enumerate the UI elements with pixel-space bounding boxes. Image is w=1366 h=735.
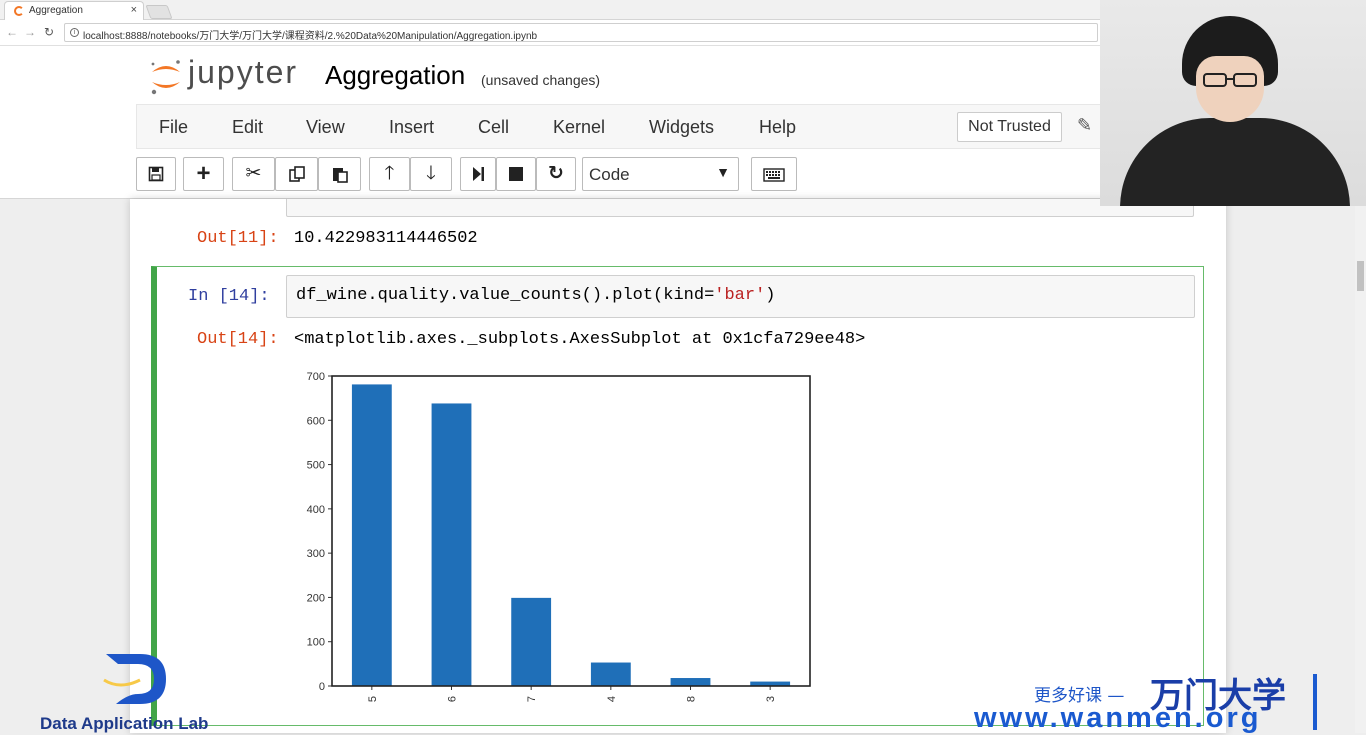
plus-icon: + [196, 160, 211, 187]
y-tick-label: 200 [307, 592, 325, 604]
data-application-lab-logo-icon [103, 654, 166, 704]
y-tick-label: 400 [307, 504, 325, 516]
scissors-icon: ✂ [245, 163, 262, 184]
address-bar-row: ← → ↻ i localhost:8888/notebooks/万门大学/万门… [0, 20, 1100, 46]
forward-icon[interactable]: → [24, 25, 36, 39]
page-scrollbar[interactable] [1355, 199, 1366, 733]
jupyter-favicon-icon [14, 6, 24, 16]
save-icon [148, 166, 164, 182]
keyboard-icon [763, 168, 785, 182]
interrupt-button[interactable] [496, 157, 536, 191]
menu-cell[interactable]: Cell [478, 117, 509, 138]
tab-title: Aggregation [29, 5, 83, 16]
cut-button[interactable]: ✂ [232, 157, 275, 191]
watermark-divider [1313, 674, 1317, 730]
output-prompt: Out[14]: [197, 330, 279, 349]
y-tick-label: 100 [307, 637, 325, 649]
url-text: localhost:8888/notebooks/万门大学/万门大学/课程资料/… [83, 31, 538, 42]
lab-name-watermark: Data Application Lab [40, 714, 209, 733]
bar-chart: 5 6 7 4 8 3 0 100 200 300 400 500 600 700 [307, 371, 811, 702]
back-icon[interactable]: ← [6, 25, 18, 39]
url-watermark: www.wanmen.org [974, 702, 1262, 734]
paste-icon [332, 168, 348, 183]
menu-kernel[interactable]: Kernel [553, 117, 605, 138]
bar-8 [670, 678, 711, 686]
insert-cell-button[interactable]: + [183, 157, 224, 191]
x-tick-label: 8 [686, 696, 698, 702]
menu-help[interactable]: Help [759, 117, 796, 138]
move-up-button[interactable]: 🡑 [369, 157, 410, 191]
paste-button[interactable] [318, 157, 361, 191]
new-tab-button[interactable] [145, 5, 173, 19]
move-down-button[interactable]: 🡓 [410, 157, 452, 191]
output-repr: <matplotlib.axes._subplots.AxesSubplot a… [294, 330, 866, 349]
presenter-face [1196, 56, 1264, 122]
info-icon[interactable]: i [70, 28, 79, 37]
y-tick-label: 300 [307, 548, 325, 560]
run-button[interactable] [460, 157, 496, 191]
bar-7 [511, 597, 552, 686]
x-tick-label: 5 [367, 696, 379, 702]
presenter-body [1120, 118, 1350, 206]
restart-icon: ↻ [548, 163, 564, 184]
plot-frame [331, 375, 811, 687]
x-tick-label: 3 [765, 696, 777, 702]
x-tick-label: 7 [526, 696, 538, 702]
browser-tab-bar: Aggregation × [0, 0, 1100, 20]
code-suffix: ) [765, 286, 776, 305]
url-input[interactable]: i localhost:8888/notebooks/万门大学/万门大学/课程资… [64, 23, 1098, 42]
glasses-icon [1203, 73, 1257, 87]
menu-file[interactable]: File [159, 117, 188, 138]
x-tick-label: 6 [447, 696, 459, 702]
y-tick-label: 500 [307, 460, 325, 472]
code-string: 'bar' [714, 286, 766, 305]
cell-type-value: Code [589, 165, 630, 184]
previous-output-prompt: Out[11]: [197, 229, 279, 248]
step-forward-icon [473, 167, 484, 181]
copy-icon [288, 166, 305, 182]
jupyter-header: jupyter Aggregation (unsaved changes) Fi… [0, 46, 1100, 199]
webcam-overlay [1100, 0, 1366, 206]
cell-type-select[interactable]: Code ▼ [582, 157, 739, 191]
arrow-up-icon: 🡑 [384, 163, 395, 184]
stop-icon [509, 167, 523, 181]
bar-5 [351, 384, 392, 686]
not-trusted-button[interactable]: Not Trusted [957, 112, 1062, 142]
input-prompt: In [14]: [188, 287, 270, 306]
bar-4 [590, 662, 631, 686]
command-palette-button[interactable] [751, 157, 797, 191]
y-tick-label: 700 [307, 371, 325, 383]
reload-icon[interactable]: ↻ [44, 25, 54, 39]
code-text: df_wine.quality.value_counts().plot(kind… [296, 286, 715, 305]
menu-widgets[interactable]: Widgets [649, 117, 714, 138]
previous-cell-input[interactable] [286, 199, 1194, 217]
previous-output-value: 10.422983114446502 [294, 229, 478, 248]
notebook-name[interactable]: Aggregation [325, 60, 465, 91]
save-status: (unsaved changes) [481, 72, 601, 88]
copy-button[interactable] [275, 157, 318, 191]
menu-insert[interactable]: Insert [389, 117, 434, 138]
edit-pencil-icon[interactable]: ✎ [1077, 115, 1092, 136]
code-editor[interactable]: df_wine.quality.value_counts().plot(kind… [286, 275, 1195, 318]
arrow-down-icon: 🡓 [426, 163, 436, 184]
notebook-container: Out[11]: 10.422983114446502 In [14]: df_… [130, 199, 1226, 733]
jupyter-logo-icon[interactable] [148, 56, 184, 96]
browser-tab[interactable]: Aggregation × [4, 1, 144, 20]
scrollbar-thumb[interactable] [1357, 261, 1364, 291]
x-tick-label: 4 [606, 696, 618, 702]
menu-view[interactable]: View [306, 117, 345, 138]
menu-edit[interactable]: Edit [232, 117, 263, 138]
jupyter-logo-text[interactable]: jupyter [188, 54, 298, 91]
close-tab-icon[interactable]: × [131, 4, 137, 16]
y-tick-label: 600 [307, 415, 325, 427]
y-tick-label: 0 [319, 681, 325, 693]
restart-button[interactable]: ↻ [536, 157, 576, 191]
menu-bar: File Edit View Insert Cell Kernel Widget… [136, 104, 1100, 149]
chevron-down-icon: ▼ [716, 164, 730, 180]
bar-6 [431, 403, 472, 686]
save-button[interactable] [136, 157, 176, 191]
